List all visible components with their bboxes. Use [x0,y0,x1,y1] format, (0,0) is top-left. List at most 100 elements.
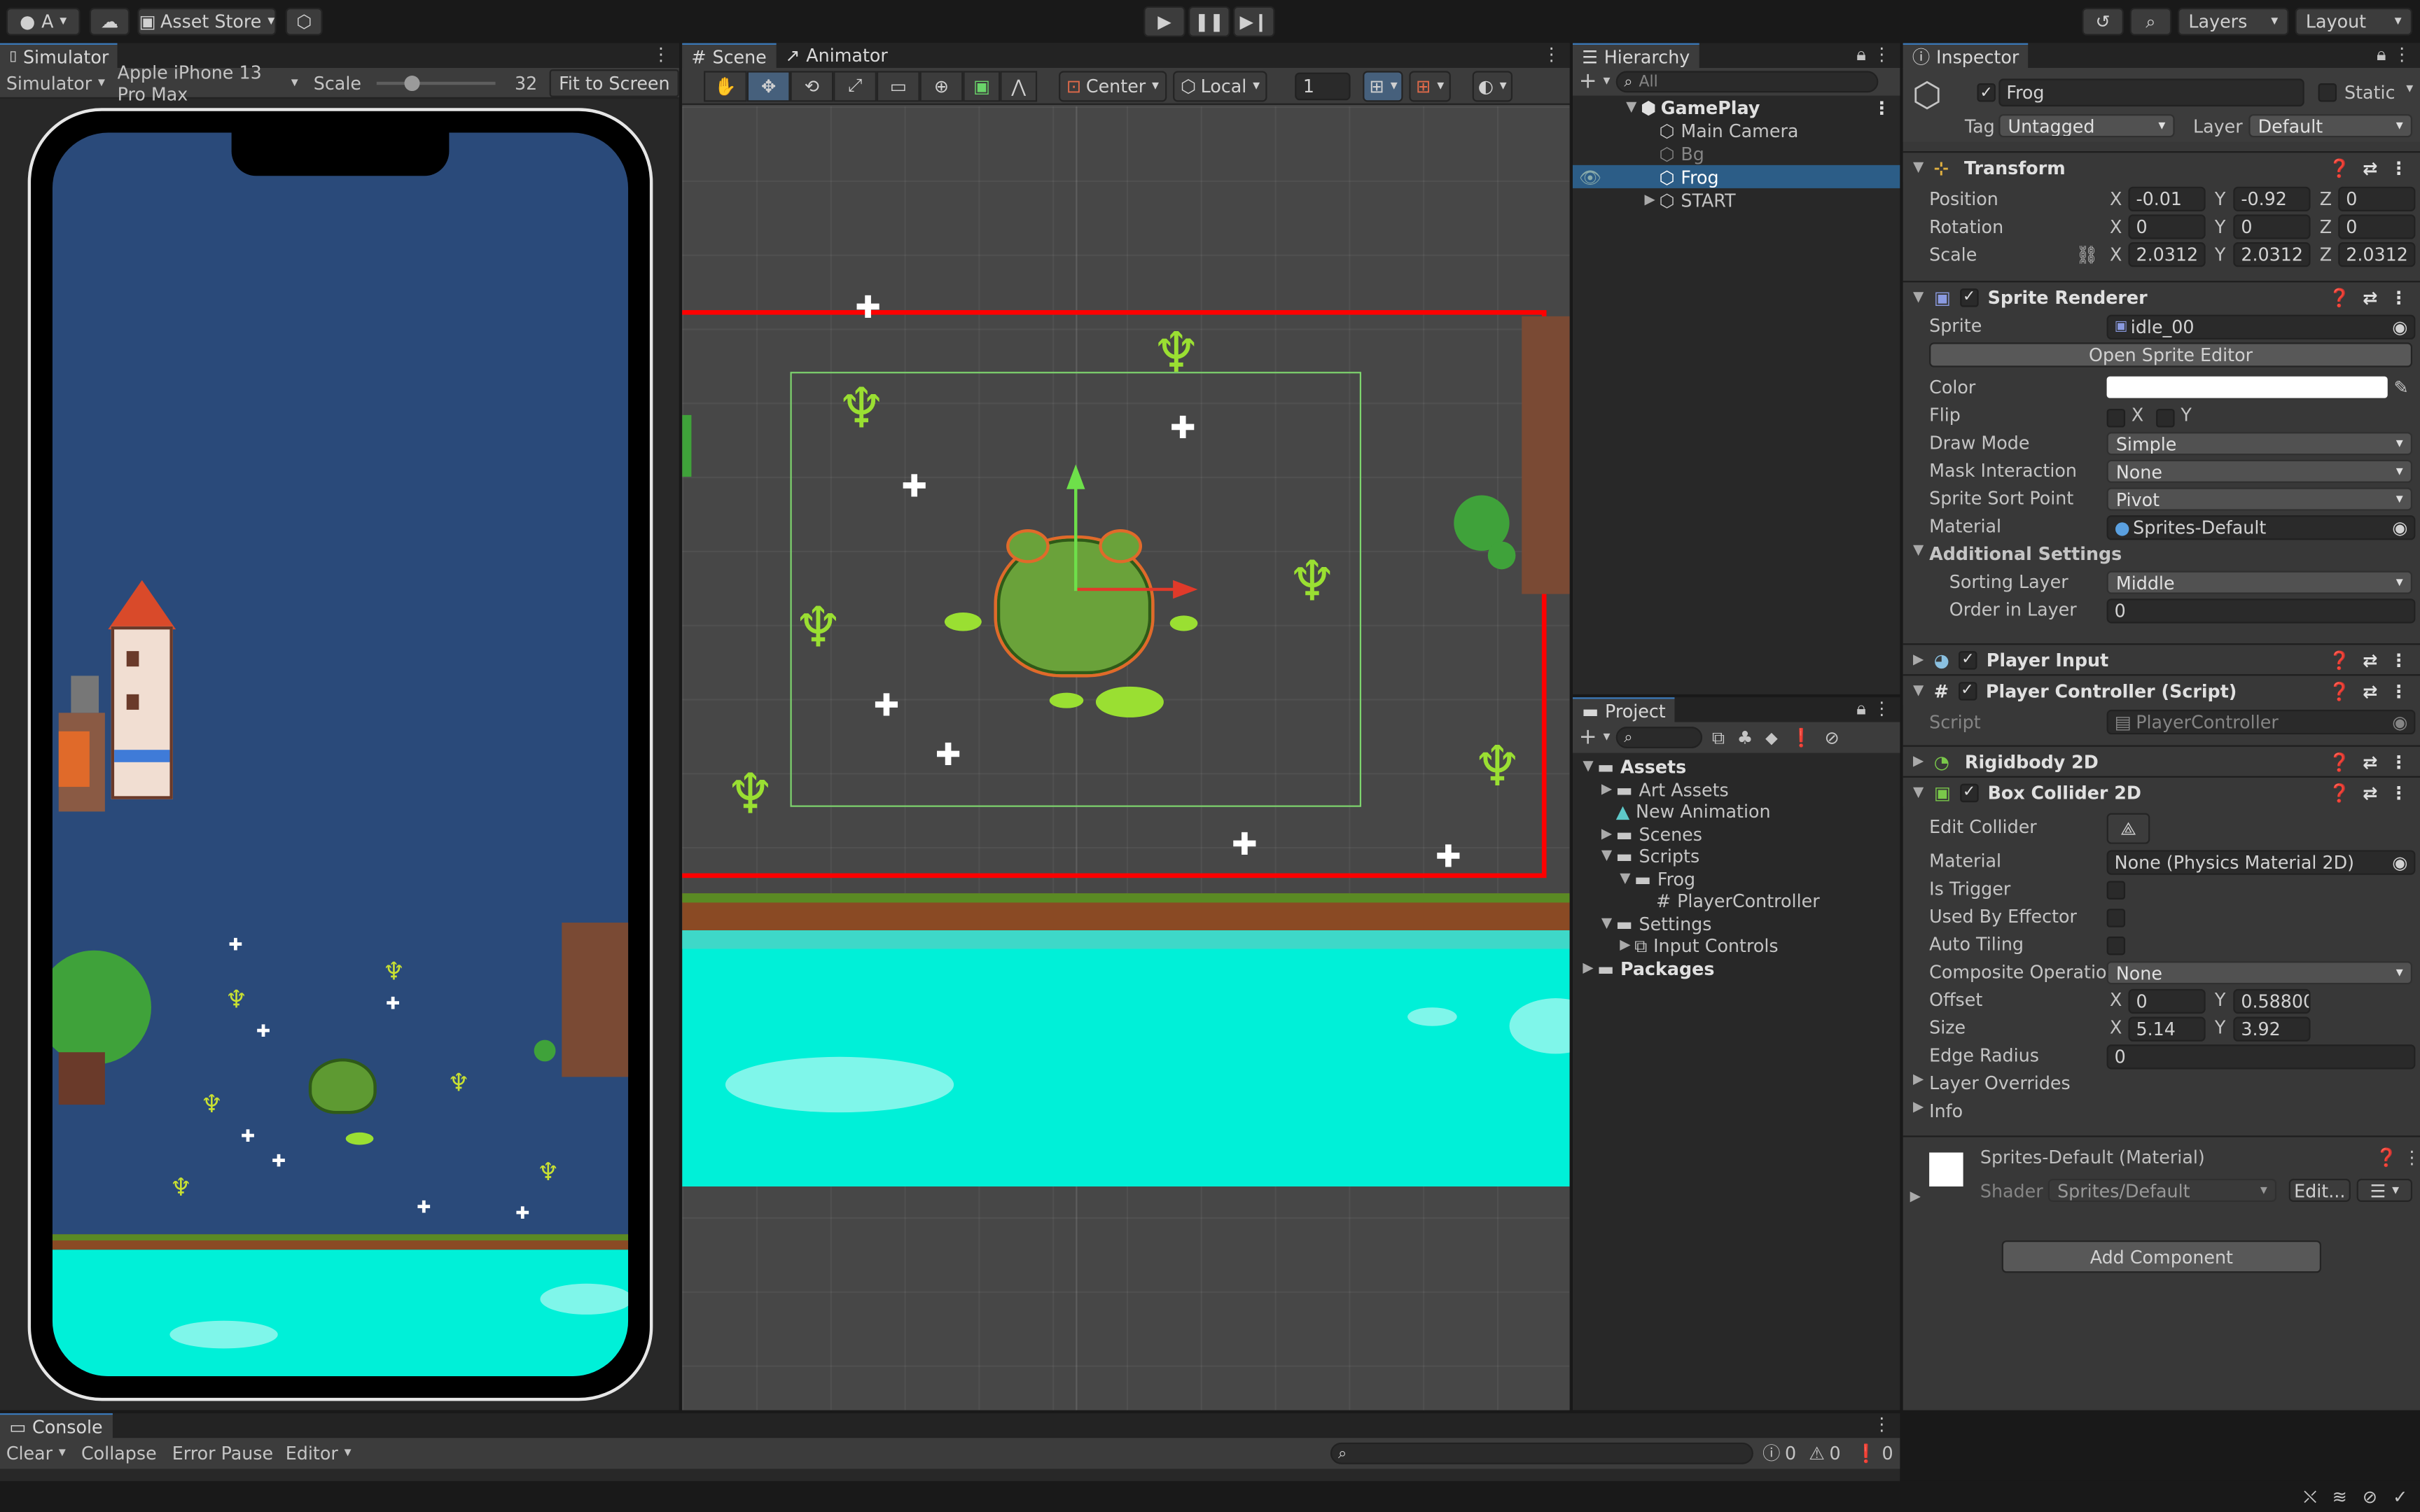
expand-icon[interactable]: ▶ [1616,939,1634,954]
gameplay-menu-icon[interactable]: ⋮ [1873,97,1891,118]
flip-x-checkbox[interactable] [2106,409,2126,428]
search-button[interactable]: ⌕ [2129,8,2172,36]
tab-console[interactable]: ▭ Console [0,1412,112,1439]
hierarchy-item-main-camera[interactable]: ⬡ Main Camera [1573,119,1900,142]
hierarchy-item-bg[interactable]: ⬡ Bg [1573,142,1900,165]
help-icon[interactable]: ❓ [2328,750,2351,772]
static-checkbox[interactable] [2318,83,2337,102]
account-dropdown[interactable]: ● A [6,8,81,36]
composite-operation-dropdown[interactable]: None [2106,961,2413,985]
tag-dropdown[interactable]: Untagged [1998,114,2175,138]
tab-scene[interactable]: # Scene [682,42,777,69]
warning-filter-icon[interactable]: ❗ [1790,727,1812,748]
history-button[interactable]: ↺ [2082,8,2124,36]
scene-visibility-icon[interactable]: ⛌ [2304,1485,2317,1508]
draw-mode-dropdown[interactable]: Simple [2106,432,2413,456]
position-x-field[interactable]: -0.01 [2128,186,2206,211]
hierarchy-item-start[interactable]: ▶ ⬡ START [1573,188,1900,211]
component-menu-icon[interactable]: ⋮ [2390,157,2407,178]
tab-project[interactable]: ▬ Project [1572,696,1675,723]
tab-hierarchy[interactable]: ☰ Hierarchy [1572,42,1699,69]
hidden-icon[interactable]: ⊘ [1825,727,1840,748]
size-x-field[interactable]: 5.14 [2128,1016,2206,1042]
layer-dropdown[interactable]: Default [2248,114,2413,138]
fit-to-screen-button[interactable]: Fit to Screen [549,69,679,97]
preset-icon[interactable]: ⇄ [2363,157,2377,178]
help-icon[interactable]: ❓ [2328,286,2351,308]
package-button[interactable]: ⬡ [285,8,323,36]
snap-increment-button[interactable]: ⊞ [1410,70,1451,102]
project-item-assets[interactable]: ▼ ▬ Assets [1573,756,1900,778]
hierarchy-lock-icon[interactable]: 🔒︎ [1856,43,1866,66]
help-icon[interactable]: ❓ [2328,781,2351,803]
box-collider-2d-header[interactable]: ▼ ▣ ✓ Box Collider 2D ❓ ⇄ ⋮ [1903,776,2420,807]
gizmo-y-arrow[interactable] [1066,464,1085,489]
rotation-z-field[interactable]: 0 [2338,214,2416,239]
simulator-mode-dropdown[interactable]: Simulator [0,71,111,93]
hierarchy-search-input[interactable]: ⌕ All [1616,71,1879,93]
project-search-input[interactable]: ⌕ [1616,727,1703,748]
edit-shader-button[interactable]: Edit... [2288,1178,2351,1202]
expand-icon[interactable]: ▼ [1579,760,1597,775]
info-label[interactable]: Info [1929,1100,1963,1122]
project-item-scripts[interactable]: ▼ ▬ Scripts [1573,846,1900,868]
expand-icon[interactable]: ▶ [1579,961,1597,976]
expand-icon[interactable]: ▼ [1597,916,1615,932]
used-by-effector-checkbox[interactable] [2106,909,2126,927]
hierarchy-item-frog[interactable]: 👁︎ ⬡ Frog [1572,164,1900,188]
space-dropdown[interactable]: ⬡ Local [1172,70,1268,102]
preset-icon[interactable]: ⇄ [2363,649,2377,671]
foldout-icon[interactable]: ▼ [1909,785,1927,800]
add-component-button[interactable]: Add Component [2001,1240,2321,1273]
sprite-field[interactable]: ▣ idle_00 ◉ [2106,314,2416,340]
play-button[interactable]: ▶ [1143,6,1185,37]
component-menu-icon[interactable]: ⋮ [2390,286,2407,308]
order-in-layer-field[interactable]: 0 [2106,598,2416,624]
preset-icon[interactable]: ⇄ [2363,286,2377,308]
inspector-lock-icon[interactable]: 🔒︎ [2377,43,2386,66]
foldout-icon[interactable]: ▶ [1909,754,1927,769]
hierarchy-create-button[interactable]: + [1573,69,1616,94]
player-controller-header[interactable]: ▼ # ✓ Player Controller (Script) ❓ ⇄ ⋮ [1903,674,2420,706]
rotation-x-field[interactable]: 0 [2128,214,2206,239]
move-tool-icon[interactable]: ✥ [746,70,791,102]
project-create-button[interactable]: + [1573,725,1616,750]
shader-dropdown[interactable]: Sprites/Default [2047,1178,2277,1202]
info-foldout-icon[interactable]: ▶ [1909,1100,1927,1116]
expand-icon[interactable]: ▶ [1597,782,1615,797]
project-item-settings[interactable]: ▼ ▬ Settings [1573,913,1900,935]
gizmo-y-axis[interactable] [1074,486,1078,592]
scale-tool-icon[interactable]: ⤢ [833,70,877,102]
player-input-header[interactable]: ▶ ◕ ✓ Player Input ❓ ⇄ ⋮ [1903,643,2420,675]
tab-inspector[interactable]: ⓘ Inspector [1903,42,2029,69]
scale-y-field[interactable]: 2.0312 [2233,242,2311,267]
project-menu-icon[interactable]: ⋮ [1873,697,1891,719]
error-count-toggle[interactable]: ❗ 0 [1855,1443,1893,1464]
project-item-frog-folder[interactable]: ▼ ▬ Frog [1573,868,1900,890]
transform-header[interactable]: ▼ ⊹ Transform ❓ ⇄ ⋮ [1903,151,2420,183]
project-item-input-controls[interactable]: ▶ ⧉ Input Controls [1573,934,1900,958]
position-z-field[interactable]: 0 [2338,186,2416,211]
sprite-renderer-enabled-checkbox[interactable]: ✓ [1959,288,1979,307]
project-item-player-controller[interactable]: # PlayerController [1573,890,1900,913]
layout-dropdown[interactable]: Layout [2295,8,2413,36]
player-controller-enabled-checkbox[interactable]: ✓ [1958,681,1977,700]
rotation-y-field[interactable]: 0 [2233,214,2311,239]
status-check-icon[interactable]: ✓ [2393,1486,2407,1508]
game-view-screen[interactable]: ♆ ♆ ♆ ♆ ♆ ♆ ✚ ✚ ✚ ✚ ✚ ✚ ✚ [52,132,629,1377]
preset-icon[interactable]: ⇄ [2363,680,2377,701]
warning-count-toggle[interactable]: ⚠ 0 [1809,1443,1840,1464]
rotate-tool-icon[interactable]: ⟲ [790,70,834,102]
help-icon[interactable]: ❓ [2328,649,2351,671]
custom-tool-icon[interactable]: ⋀ [1000,70,1038,102]
flip-y-checkbox[interactable] [2156,409,2175,428]
step-field[interactable]: 1 [1295,71,1351,100]
auto-tiling-checkbox[interactable] [2106,936,2126,955]
error-pause-button[interactable]: Error Pause [166,1443,279,1464]
visibility-icon[interactable]: 👁︎ [1579,166,1601,188]
object-picker-icon[interactable]: ◉ [2392,852,2407,874]
inspector-menu-icon[interactable]: ⋮ [2393,43,2410,65]
object-picker-icon[interactable]: ◉ [2392,517,2407,538]
expand-icon[interactable]: ▶ [1641,192,1659,207]
collider-tool-icon[interactable]: ▣ [963,70,1001,102]
